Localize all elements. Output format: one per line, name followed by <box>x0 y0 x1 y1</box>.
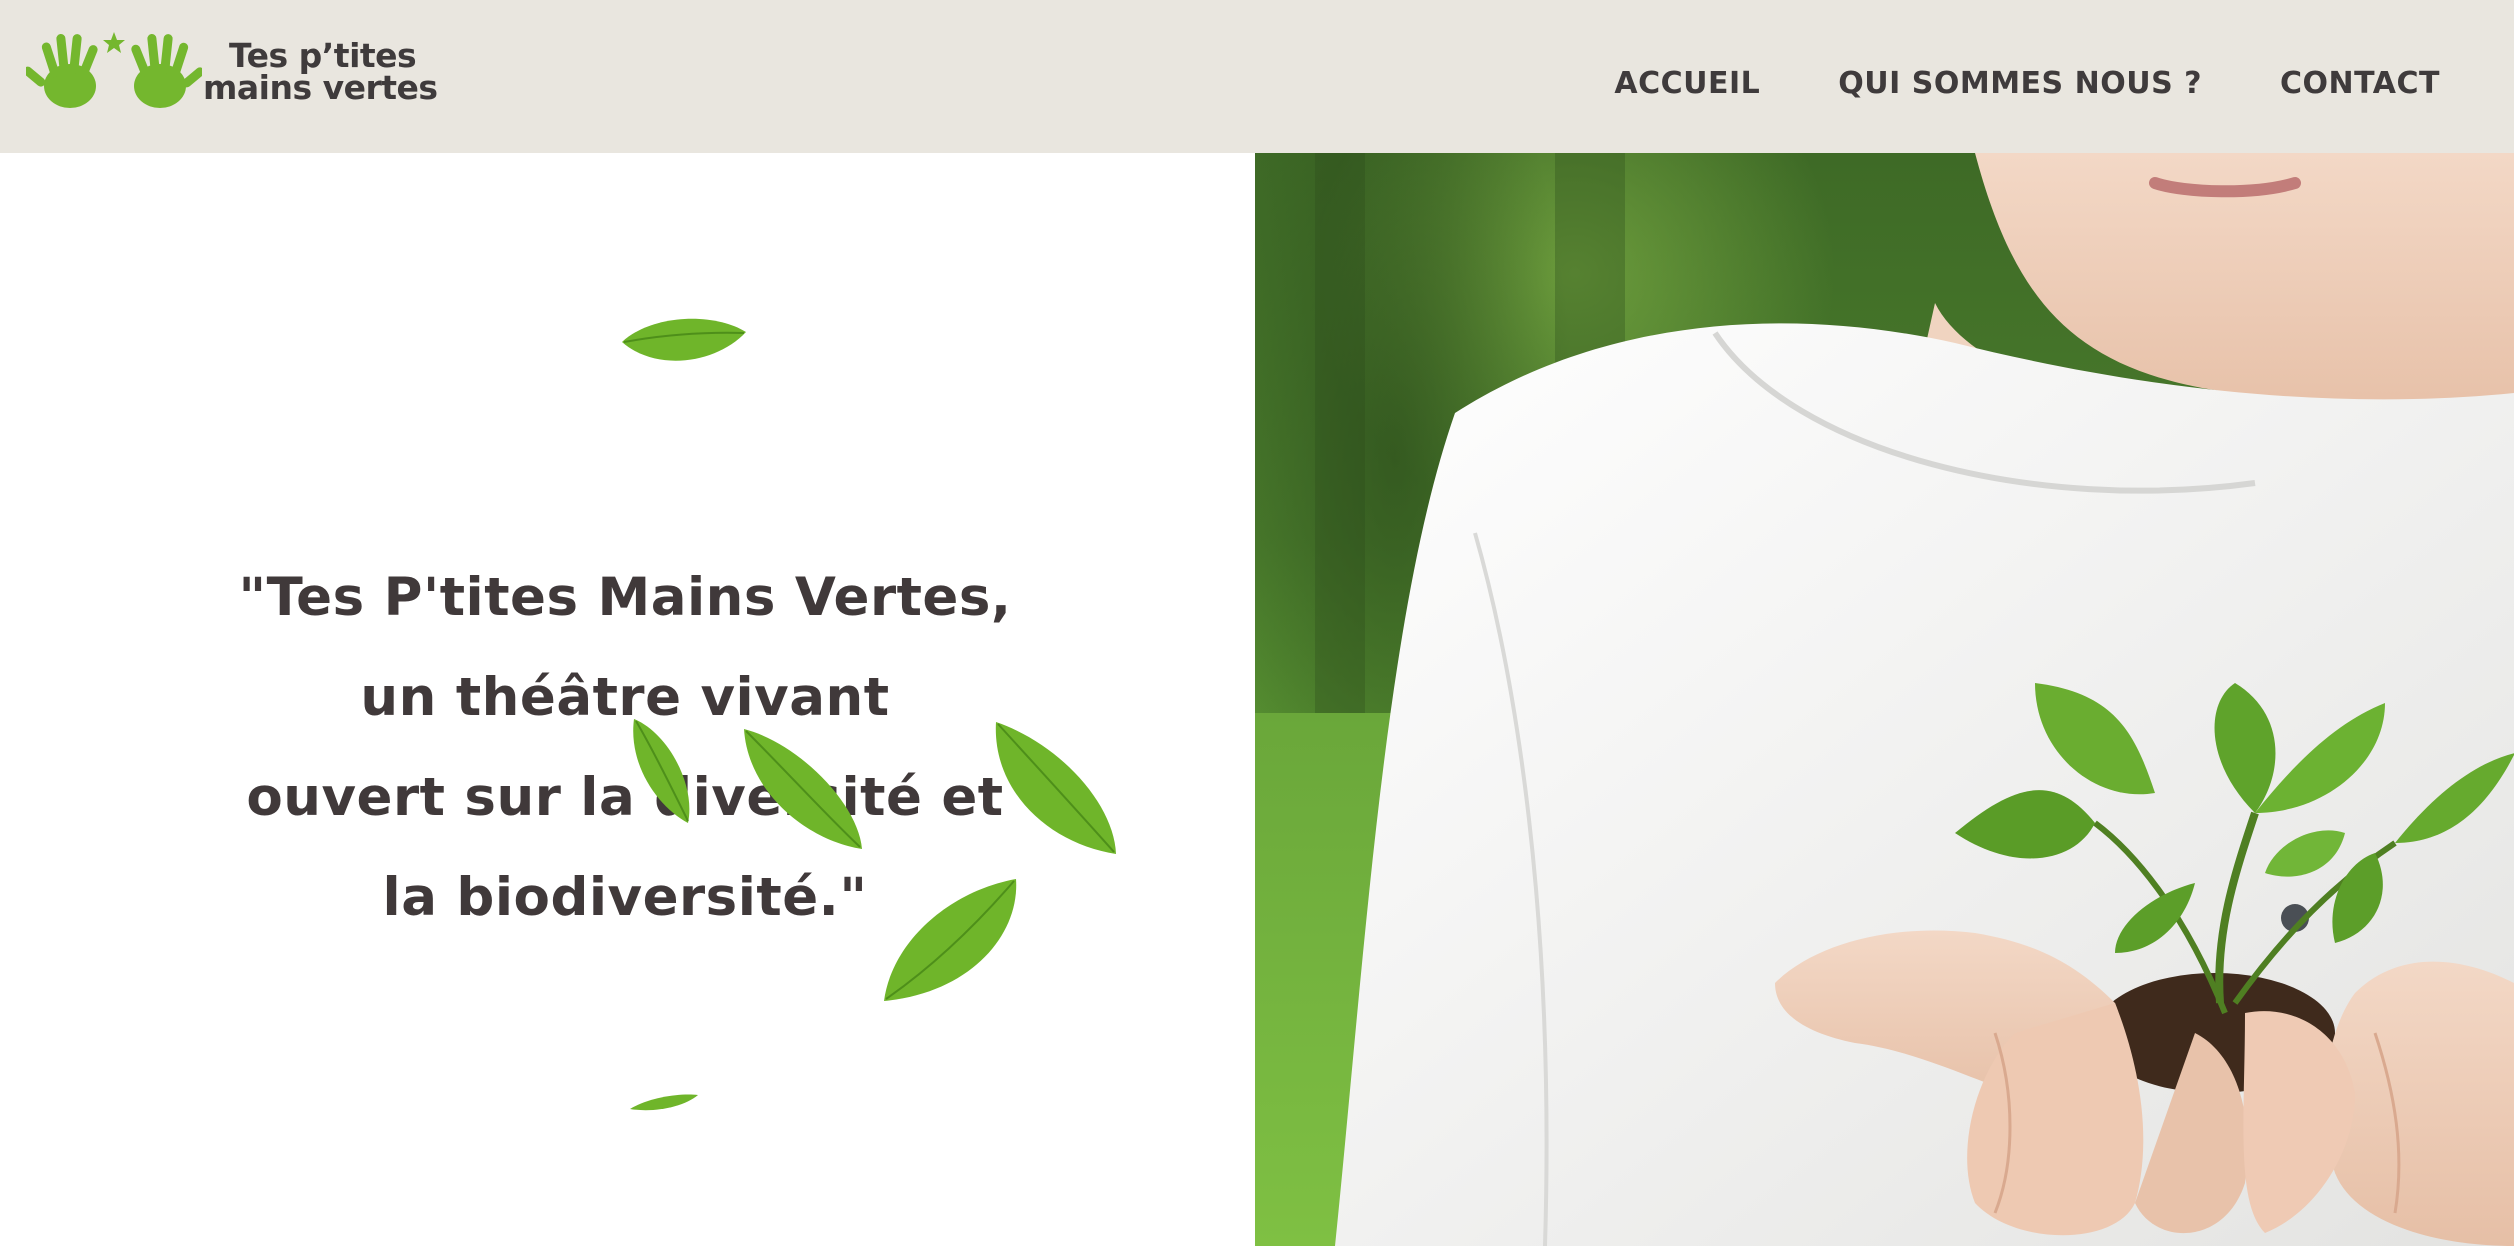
nav-link-qui-sommes-nous[interactable]: QUI SOMMES NOUS ? <box>1838 62 2202 106</box>
nav-link-contact[interactable]: CONTACT <box>2280 62 2440 106</box>
child-holding-seedling-photo <box>1255 153 2514 1246</box>
hero-text-panel: "Tes P'tites Mains Vertes, un théâtre vi… <box>0 153 1255 1246</box>
hero-quote-line-3: ouvert sur la diversité et <box>246 767 1004 828</box>
logo-line-2: mains vertes <box>203 68 438 107</box>
leaf-icon <box>884 879 1017 1001</box>
site-logo[interactable]: Tes p’tites mains vertes <box>26 28 446 112</box>
site-header: Tes p’tites mains vertes ACCUEIL QUI SOM… <box>0 0 2514 153</box>
leaf-icon <box>744 729 862 849</box>
logo-text: Tes p’tites mains vertes <box>203 39 438 107</box>
leaf-icon <box>622 318 746 361</box>
green-hands-logo-icon <box>26 32 202 108</box>
main-nav: ACCUEIL QUI SOMMES NOUS ? CONTACT <box>1536 62 2440 106</box>
hero-photo <box>1255 153 2514 1246</box>
leaf-icon <box>633 719 690 823</box>
hero-quote-line-2: un théâtre vivant <box>360 667 890 728</box>
hero-quote-line-1: "Tes P'tites Mains Vertes, <box>238 567 1012 628</box>
nav-link-accueil[interactable]: ACCUEIL <box>1614 62 1760 106</box>
leaf-icon <box>630 1094 698 1111</box>
leaf-icon <box>995 722 1116 854</box>
